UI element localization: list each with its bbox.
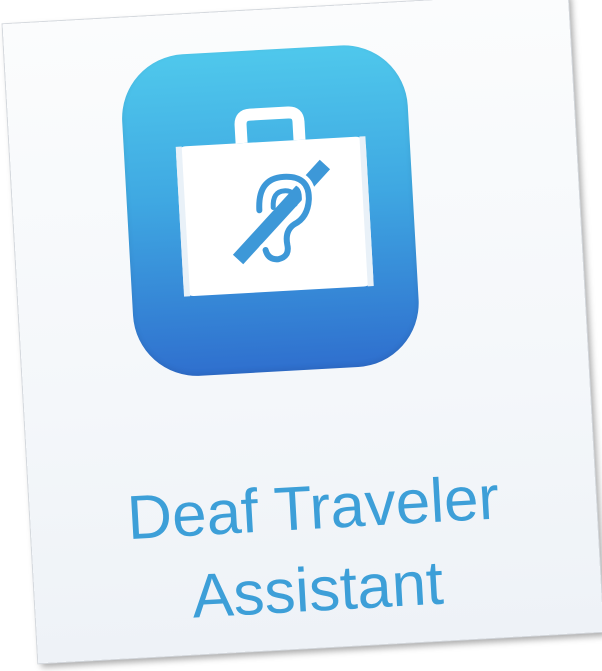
- app-name-line2: Assistant: [190, 548, 446, 632]
- app-name-line1: Deaf Traveler: [125, 463, 501, 554]
- screenshot-stage: Deaf Traveler Assistant: [0, 0, 602, 671]
- suitcase-handle: [234, 106, 306, 144]
- app-card: Deaf Traveler Assistant: [2, 0, 602, 664]
- app-icon[interactable]: [118, 41, 423, 380]
- suitcase-deaf-symbol-icon: [175, 106, 374, 297]
